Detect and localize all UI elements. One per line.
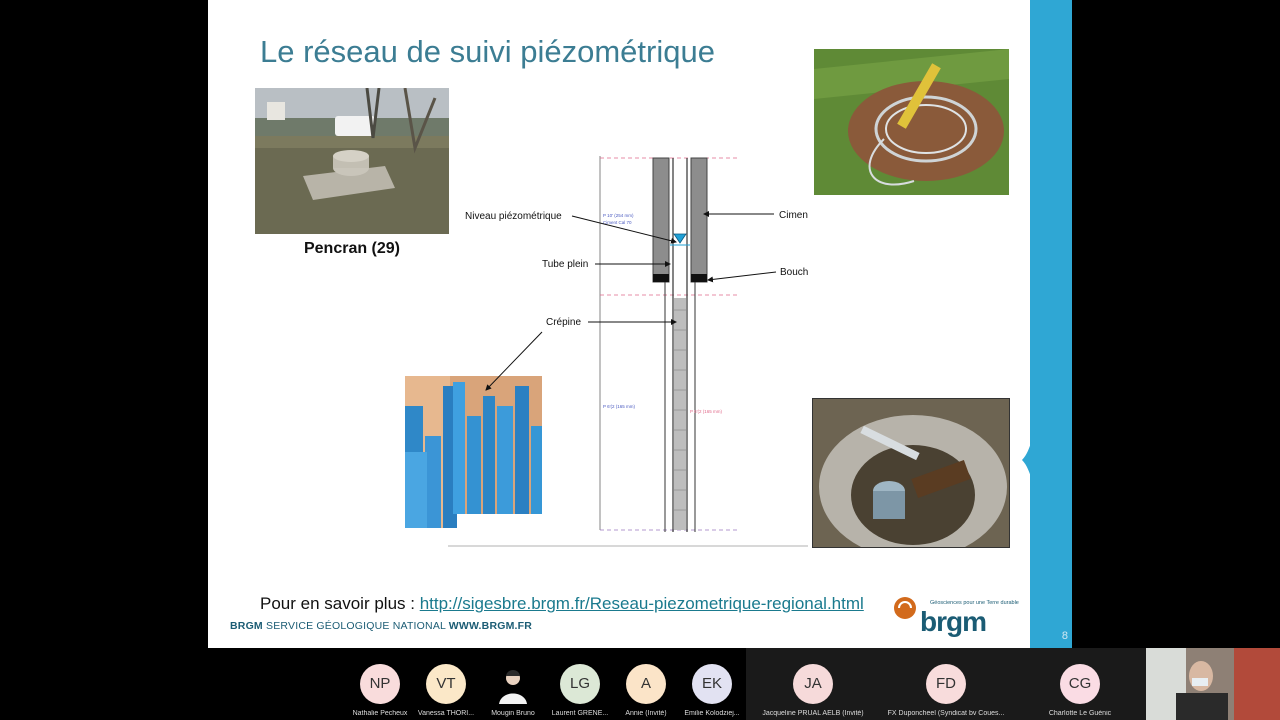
label-crepine: Crépine xyxy=(546,317,581,328)
pencran-photo xyxy=(255,88,449,234)
participant-tile[interactable]: A Annie (Invité) xyxy=(613,648,679,720)
footer-site: WWW.BRGM.FR xyxy=(448,620,533,632)
participant-tile[interactable]: CG Charlotte Le Guénic xyxy=(1013,648,1147,720)
more-info: Pour en savoir plus : http://sigesbre.br… xyxy=(260,594,864,614)
participant-name: Annie (Invité) xyxy=(625,710,667,717)
participant-tile[interactable]: VT Vanessa THORI... xyxy=(413,648,479,720)
participant-avatar: VT xyxy=(426,664,466,704)
footer-brand: BRGM xyxy=(230,620,263,632)
dim-label-3: P 6'(2 (165 mm) xyxy=(690,409,723,414)
participant-avatar xyxy=(493,664,533,704)
label-niveau: Niveau piézométrique xyxy=(465,211,562,222)
participant-name: Nathalie Pecheux xyxy=(352,710,408,717)
participant-name: Jacqueline PRUAL AELB (Invité) xyxy=(762,710,864,717)
participant-avatar: LG xyxy=(560,664,600,704)
label-bouchon: Bouchon xyxy=(780,267,808,278)
page-number: 8 xyxy=(1061,630,1068,642)
more-label: Pour en savoir plus : xyxy=(260,594,420,613)
participant-tile[interactable]: FD FX Duponcheel (Syndicat bv Coues... xyxy=(879,648,1013,720)
piezometer-diagram: P 10' (254 mm) Ciment Cal 70 P 6'(2 (165… xyxy=(448,150,819,555)
participant-name: FX Duponcheel (Syndicat bv Coues... xyxy=(887,710,1005,717)
slide: Le réseau de suivi piézométrique Pencran… xyxy=(208,0,1030,648)
participant-avatar: JA xyxy=(793,664,833,704)
probe-photo xyxy=(814,49,1009,195)
footer: BRGM SERVICE GÉOLOGIQUE NATIONAL WWW.BRG… xyxy=(230,620,532,632)
participant-avatar: CG xyxy=(1060,664,1100,704)
participant-tile[interactable]: Mougin Bruno xyxy=(480,648,546,720)
participant-avatar: EK xyxy=(692,664,732,704)
self-video[interactable] xyxy=(1146,648,1280,720)
brgm-logo-icon xyxy=(894,597,916,619)
participant-name: Vanessa THORI... xyxy=(417,710,475,717)
logo-word: brgm xyxy=(920,606,987,637)
participant-name: Charlotte Le Guénic xyxy=(1048,710,1112,717)
participant-name: Mougin Bruno xyxy=(491,710,535,717)
participant-name: Laurent GRENE... xyxy=(551,710,609,717)
photo-caption: Pencran (29) xyxy=(303,240,401,257)
participant-tile[interactable]: LG Laurent GRENE... xyxy=(547,648,613,720)
accent-notch xyxy=(1022,420,1042,500)
dim-label-2: P 6'(2 (165 mm) xyxy=(603,404,636,409)
sigesbre-link[interactable]: http://sigesbre.brgm.fr/Reseau-piezometr… xyxy=(420,594,864,613)
participant-avatar: A xyxy=(626,664,666,704)
brgm-logo: Géosciences pour une Terre durable brgm xyxy=(892,594,1019,642)
participant-tile[interactable]: EK Emilie Kolodziej... xyxy=(679,648,745,720)
participant-name: Emilie Kolodziej... xyxy=(684,710,740,717)
dim-label-1: P 10' (254 mm) xyxy=(603,213,634,218)
participant-tile[interactable]: NP Nathalie Pecheux xyxy=(347,648,413,720)
well-photo xyxy=(812,398,1010,548)
dim-label-1b: Ciment Cal 70 xyxy=(603,220,632,225)
label-ciment: Ciment xyxy=(779,210,808,221)
participant-avatar: NP xyxy=(360,664,400,704)
label-tube-plein: Tube plein xyxy=(542,259,588,270)
slide-accent-bar: 8 xyxy=(1030,0,1072,648)
footer-text: SERVICE GÉOLOGIQUE NATIONAL xyxy=(262,620,449,632)
participant-tile[interactable]: JA Jacqueline PRUAL AELB (Invité) xyxy=(746,648,880,720)
slide-title: Le réseau de suivi piézométrique xyxy=(260,34,715,69)
participant-avatar: FD xyxy=(926,664,966,704)
